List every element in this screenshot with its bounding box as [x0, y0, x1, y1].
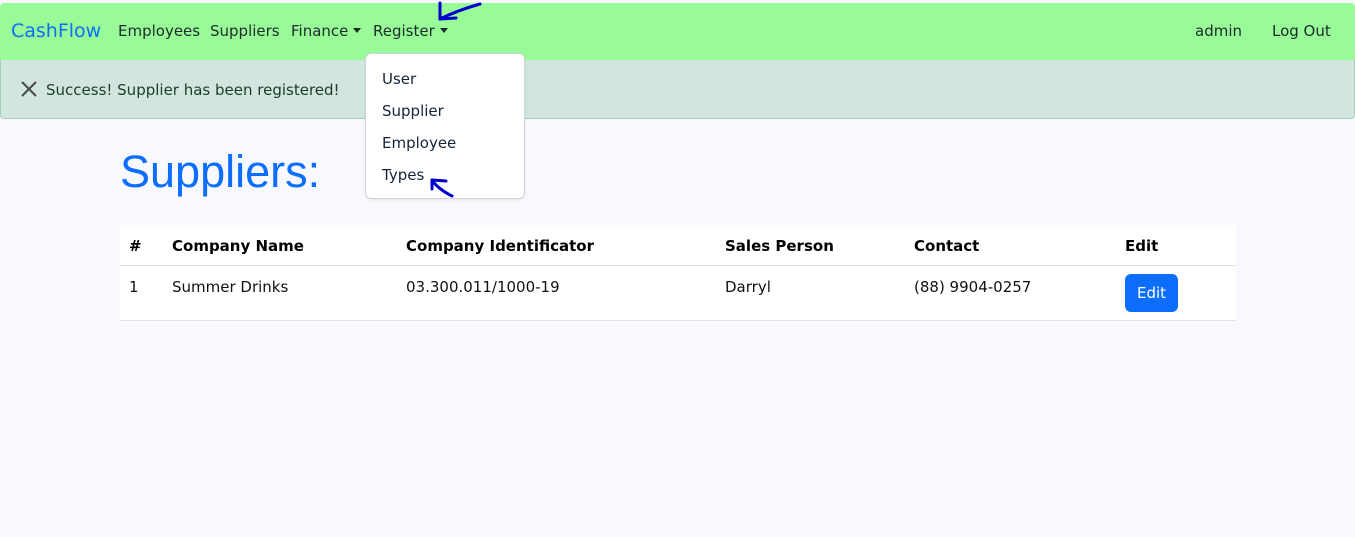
dropdown-item-types[interactable]: Types: [382, 166, 424, 184]
page-title: Suppliers:: [120, 146, 321, 197]
header-company-identificator: Company Identificator: [406, 237, 594, 255]
cell-number: 1: [129, 278, 139, 296]
nav-finance-label: Finance: [291, 22, 349, 40]
register-dropdown-menu: User Supplier Employee Types: [365, 53, 525, 199]
cell-contact: (88) 9904-0257: [914, 278, 1032, 296]
nav-user[interactable]: admin: [1195, 22, 1242, 40]
edit-button[interactable]: Edit: [1125, 274, 1178, 312]
cell-company-name: Summer Drinks: [172, 278, 289, 296]
dropdown-item-employee[interactable]: Employee: [382, 134, 456, 152]
brand-link[interactable]: CashFlow: [11, 20, 101, 42]
close-icon[interactable]: [19, 79, 39, 99]
header-edit: Edit: [1125, 237, 1159, 255]
cell-sales-person: Darryl: [725, 278, 771, 296]
logout-link[interactable]: Log Out: [1272, 22, 1331, 40]
header-sales-person: Sales Person: [725, 237, 834, 255]
caret-down-icon: [439, 28, 448, 33]
nav-employees[interactable]: Employees: [118, 22, 200, 40]
nav-suppliers[interactable]: Suppliers: [210, 22, 280, 40]
suppliers-table: # Company Name Company Identificator Sal…: [120, 225, 1236, 321]
header-divider: [120, 265, 1236, 266]
alert-message: Success! Supplier has been registered!: [46, 81, 340, 99]
header-contact: Contact: [914, 237, 980, 255]
nav-register-dropdown[interactable]: Register: [373, 22, 448, 40]
nav-finance-dropdown[interactable]: Finance: [291, 22, 362, 40]
dropdown-item-supplier[interactable]: Supplier: [382, 102, 444, 120]
nav-register-label: Register: [373, 22, 435, 40]
header-number: #: [129, 237, 142, 255]
top-navbar: CashFlow Employees Suppliers Finance Reg…: [0, 3, 1355, 60]
dropdown-item-user[interactable]: User: [382, 70, 416, 88]
caret-down-icon: [353, 28, 362, 33]
header-company-name: Company Name: [172, 237, 304, 255]
success-alert: Success! Supplier has been registered!: [0, 60, 1355, 119]
cell-company-identificator: 03.300.011/1000-19: [406, 278, 560, 296]
row-divider: [120, 320, 1236, 321]
